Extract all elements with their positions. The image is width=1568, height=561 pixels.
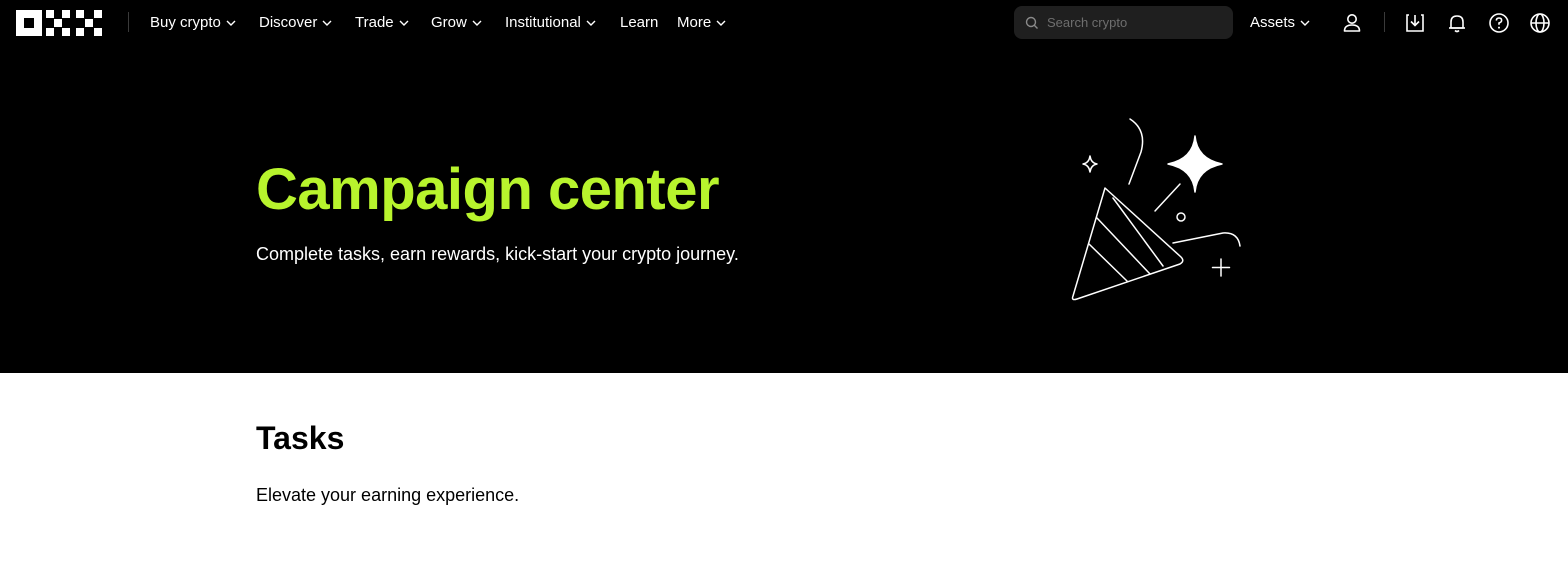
chevron-down-icon	[472, 20, 482, 26]
party-popper-illustration	[1071, 118, 1241, 301]
user-icon[interactable]	[1339, 10, 1365, 36]
nav-trade[interactable]: Trade	[355, 13, 409, 33]
chevron-down-icon	[399, 20, 409, 26]
chevron-down-icon	[322, 20, 332, 26]
nav-divider	[1384, 12, 1385, 32]
nav-label: Assets	[1250, 14, 1296, 31]
nav-more[interactable]: More	[677, 13, 726, 33]
nav-discover[interactable]: Discover	[259, 13, 332, 33]
chevron-down-icon	[586, 20, 596, 26]
bell-icon[interactable]	[1444, 10, 1470, 36]
nav-learn[interactable]: Learn	[620, 13, 658, 33]
nav-institutional[interactable]: Institutional	[505, 13, 596, 33]
nav-label: More	[677, 14, 712, 31]
nav-label: Buy crypto	[150, 14, 221, 31]
nav-label: Discover	[259, 14, 318, 31]
hero-subtitle: Complete tasks, earn rewards, kick-start…	[256, 244, 739, 264]
page-title: Campaign center	[256, 157, 720, 222]
nav-label: Grow	[431, 14, 467, 31]
search-icon	[1025, 16, 1038, 29]
chevron-down-icon	[716, 20, 726, 26]
chevron-down-icon	[226, 20, 236, 26]
nav-grow[interactable]: Grow	[431, 13, 482, 33]
download-icon[interactable]	[1402, 10, 1428, 36]
nav-label: Institutional	[505, 14, 581, 31]
tasks-section-title: Tasks	[256, 420, 345, 456]
search-input[interactable]	[1045, 14, 1219, 31]
search-box[interactable]	[1014, 6, 1233, 39]
chevron-down-icon	[1300, 20, 1310, 26]
tasks-section-subtitle: Elevate your earning experience.	[256, 485, 520, 505]
nav-assets[interactable]: Assets	[1250, 13, 1310, 33]
nav-buy-crypto[interactable]: Buy crypto	[150, 13, 236, 33]
nav-divider	[128, 12, 129, 32]
help-icon[interactable]	[1486, 10, 1512, 36]
okx-logo[interactable]	[16, 10, 102, 36]
nav-label: Trade	[355, 14, 394, 31]
top-navigation-bar: Buy crypto Discover Trade Grow Instituti…	[0, 0, 1568, 46]
nav-label: Learn	[620, 14, 659, 31]
hero-banner: Campaign center Complete tasks, earn rew…	[0, 46, 1568, 373]
globe-icon[interactable]	[1527, 10, 1553, 36]
